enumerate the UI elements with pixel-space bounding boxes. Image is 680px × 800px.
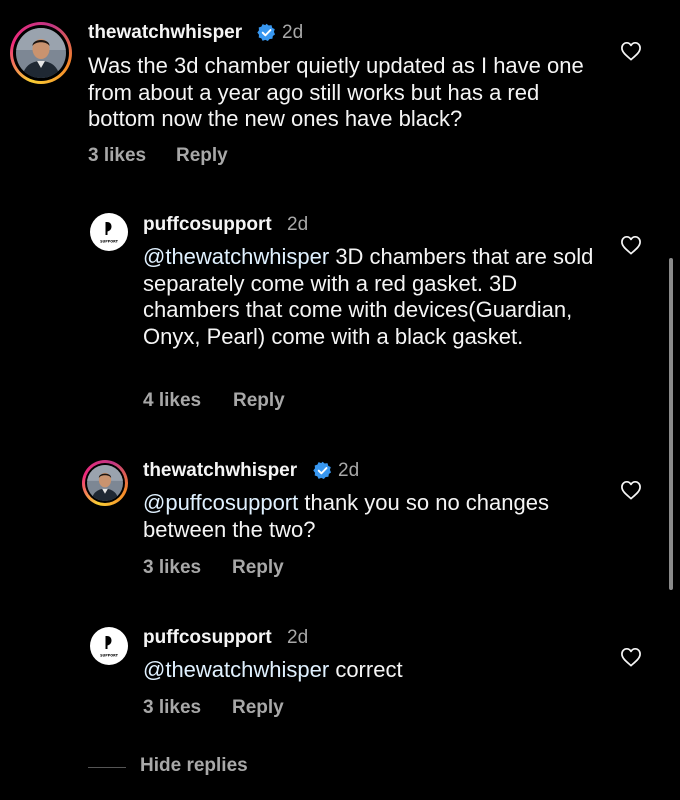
reply-button[interactable]: Reply — [176, 145, 228, 167]
heart-icon[interactable] — [620, 647, 642, 667]
comment-age: 2d — [287, 627, 309, 648]
comment-text: Was the 3d chamber quietly updated as I … — [88, 53, 588, 133]
username[interactable]: puffcosupport — [143, 627, 272, 649]
mention-link[interactable]: @thewatchwhisper — [143, 657, 329, 682]
mention-link[interactable]: @thewatchwhisper — [143, 244, 329, 269]
svg-text:SUPPORT: SUPPORT — [100, 240, 119, 244]
comment-body: correct — [329, 657, 403, 682]
comment-text: @puffcosupport thank you so no changes b… — [143, 490, 608, 543]
comment-age: 2d — [287, 214, 309, 235]
verified-badge-icon — [257, 23, 276, 42]
avatar[interactable] — [82, 460, 128, 506]
profile-photo — [87, 465, 123, 501]
comment-age: 2d — [282, 22, 304, 43]
hide-replies-divider — [88, 767, 126, 768]
comment-age: 2d — [338, 460, 360, 481]
person-photo-icon — [87, 465, 123, 501]
profile-photo — [16, 28, 66, 78]
like-count[interactable]: 3 likes — [88, 145, 146, 167]
avatar[interactable]: SUPPORT — [90, 627, 128, 665]
person-photo-icon — [16, 28, 66, 78]
heart-icon[interactable] — [620, 41, 642, 61]
like-count[interactable]: 4 likes — [143, 390, 201, 412]
comment-text: @thewatchwhisper 3D chambers that are so… — [143, 244, 608, 350]
heart-icon[interactable] — [620, 235, 642, 255]
reply-button[interactable]: Reply — [233, 390, 285, 412]
comment-body: Was the 3d chamber quietly updated as I … — [88, 53, 584, 131]
comment-text: @thewatchwhisper correct — [143, 657, 608, 684]
username[interactable]: thewatchwhisper — [88, 22, 242, 44]
hide-replies-button[interactable]: Hide replies — [140, 755, 248, 777]
avatar[interactable]: SUPPORT — [90, 213, 128, 251]
scrollbar[interactable] — [669, 258, 673, 590]
verified-badge-icon — [313, 461, 332, 480]
puffco-logo-icon: SUPPORT — [100, 636, 119, 658]
heart-icon[interactable] — [620, 480, 642, 500]
like-count[interactable]: 3 likes — [143, 697, 201, 719]
username[interactable]: thewatchwhisper — [143, 460, 297, 482]
svg-text:SUPPORT: SUPPORT — [100, 654, 119, 658]
username[interactable]: puffcosupport — [143, 214, 272, 236]
reply-button[interactable]: Reply — [232, 557, 284, 579]
reply-button[interactable]: Reply — [232, 697, 284, 719]
puffco-logo-icon: SUPPORT — [100, 222, 119, 244]
avatar[interactable] — [10, 22, 72, 84]
like-count[interactable]: 3 likes — [143, 557, 201, 579]
mention-link[interactable]: @puffcosupport — [143, 490, 298, 515]
